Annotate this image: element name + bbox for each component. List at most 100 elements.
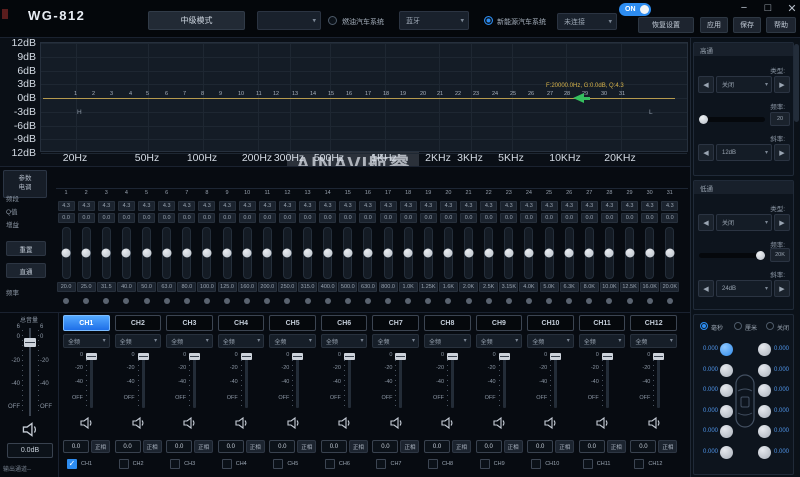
- channel-mode-select[interactable]: 全频▾: [476, 334, 523, 348]
- band-gain-value[interactable]: 0.0: [581, 213, 598, 223]
- band-gain-value[interactable]: 0.0: [500, 213, 517, 223]
- band-slider-handle[interactable]: [323, 249, 332, 258]
- band-slider-handle[interactable]: [182, 249, 191, 258]
- band-slider-handle[interactable]: [363, 249, 372, 258]
- channel-checkbox[interactable]: [583, 459, 593, 469]
- band-freq-value[interactable]: 400.0: [318, 282, 337, 292]
- band-gain-value[interactable]: 0.0: [561, 213, 578, 223]
- band-gain-value[interactable]: 0.0: [319, 213, 336, 223]
- band-q-value[interactable]: 4.3: [500, 201, 517, 211]
- band-gain-value[interactable]: 0.0: [299, 213, 316, 223]
- band-q-value[interactable]: 4.3: [299, 201, 316, 211]
- band-freq-value[interactable]: 16.0K: [640, 282, 659, 292]
- band-slider-handle[interactable]: [665, 249, 674, 258]
- lpf-freq-slider[interactable]: [699, 253, 765, 258]
- band-slider-handle[interactable]: [202, 249, 211, 258]
- channel-phase-button[interactable]: 正相: [400, 440, 419, 453]
- arrow-left-icon[interactable]: ◀: [698, 280, 714, 297]
- channel-speaker-icon[interactable]: [79, 416, 94, 435]
- curve-band-number[interactable]: 18: [383, 91, 389, 97]
- channel-gain-value[interactable]: 0.0: [321, 440, 347, 453]
- curve-band-number[interactable]: 3: [110, 91, 113, 97]
- band-freq-value[interactable]: 50.0: [137, 282, 156, 292]
- band-slider-handle[interactable]: [162, 249, 171, 258]
- channel-fader-handle[interactable]: [344, 353, 355, 360]
- band-gain-slider[interactable]: [384, 227, 393, 279]
- band-slider-handle[interactable]: [102, 249, 111, 258]
- band-slider-handle[interactable]: [565, 249, 574, 258]
- curve-band-number[interactable]: 26: [528, 91, 534, 97]
- band-gain-value[interactable]: 0.0: [460, 213, 477, 223]
- curve-band-number[interactable]: 25: [510, 91, 516, 97]
- channel-mode-select[interactable]: 全频▾: [115, 334, 162, 348]
- channel-phase-button[interactable]: 正相: [349, 440, 368, 453]
- band-gain-value[interactable]: 0.0: [78, 213, 95, 223]
- channel-checkbox[interactable]: [222, 459, 232, 469]
- channel-tab[interactable]: CH9: [476, 315, 523, 331]
- band-freq-value[interactable]: 1.6K: [439, 282, 458, 292]
- band-q-value[interactable]: 4.3: [98, 201, 115, 211]
- band-gain-slider[interactable]: [524, 227, 533, 279]
- channel-fader-handle[interactable]: [550, 353, 561, 360]
- channel-fader[interactable]: 0-20-40OFF: [422, 352, 473, 412]
- band-q-value[interactable]: 4.3: [219, 201, 236, 211]
- curve-band-number[interactable]: 20: [420, 91, 426, 97]
- channel-speaker-icon[interactable]: [234, 416, 249, 435]
- band-q-value[interactable]: 4.3: [158, 201, 175, 211]
- band-slider-handle[interactable]: [484, 249, 493, 258]
- arrow-right-icon[interactable]: ▶: [774, 144, 790, 161]
- channel-tab[interactable]: CH8: [424, 315, 471, 331]
- band-slider-handle[interactable]: [545, 249, 554, 258]
- arrow-right-icon[interactable]: ▶: [774, 280, 790, 297]
- channel-mode-select[interactable]: 全频▾: [424, 334, 471, 348]
- channel-fader-handle[interactable]: [499, 353, 510, 360]
- channel-tab[interactable]: CH12: [630, 315, 677, 331]
- channel-tab[interactable]: CH1: [63, 315, 110, 331]
- band-freq-value[interactable]: 20.0K: [660, 282, 679, 292]
- channel-mode-select[interactable]: 全频▾: [630, 334, 677, 348]
- curve-band-number[interactable]: 27: [547, 91, 553, 97]
- band-gain-slider[interactable]: [162, 227, 171, 279]
- band-slider-handle[interactable]: [404, 249, 413, 258]
- band-gain-slider[interactable]: [102, 227, 111, 279]
- band-freq-value[interactable]: 250.0: [278, 282, 297, 292]
- band-slider-handle[interactable]: [142, 249, 151, 258]
- arrow-left-icon[interactable]: ◀: [698, 144, 714, 161]
- band-freq-value[interactable]: 6.3K: [560, 282, 579, 292]
- band-freq-value[interactable]: 31.5: [97, 282, 116, 292]
- band-freq-value[interactable]: 800.0: [379, 282, 398, 292]
- channel-fader[interactable]: 0-20-40OFF: [474, 352, 525, 412]
- band-gain-slider[interactable]: [565, 227, 574, 279]
- channel-fader[interactable]: 0-20-40OFF: [319, 352, 370, 412]
- band-gain-value[interactable]: 0.0: [621, 213, 638, 223]
- band-q-value[interactable]: 4.3: [460, 201, 477, 211]
- band-freq-value[interactable]: 10.0K: [600, 282, 619, 292]
- band-freq-value[interactable]: 80.0: [177, 282, 196, 292]
- channel-gain-value[interactable]: 0.0: [424, 440, 450, 453]
- delay-knob[interactable]: [758, 405, 771, 418]
- band-slider-handle[interactable]: [625, 249, 634, 258]
- band-gain-slider[interactable]: [545, 227, 554, 279]
- band-freq-value[interactable]: 1.0K: [399, 282, 418, 292]
- channel-phase-button[interactable]: 正相: [452, 440, 471, 453]
- band-q-value[interactable]: 4.3: [561, 201, 578, 211]
- band-q-value[interactable]: 4.3: [380, 201, 397, 211]
- delay-knob[interactable]: [758, 446, 771, 459]
- band-gain-value[interactable]: 0.0: [661, 213, 678, 223]
- band-freq-value[interactable]: 20.0: [57, 282, 76, 292]
- delay-knob[interactable]: [720, 405, 733, 418]
- band-gain-slider[interactable]: [605, 227, 614, 279]
- channel-phase-button[interactable]: 正相: [555, 440, 574, 453]
- channel-fader-handle[interactable]: [447, 353, 458, 360]
- channel-checkbox[interactable]: [634, 459, 644, 469]
- channel-fader[interactable]: 0-20-40OFF: [628, 352, 679, 412]
- channel-phase-button[interactable]: 正相: [246, 440, 265, 453]
- channel-fader-handle[interactable]: [138, 353, 149, 360]
- channel-fader-handle[interactable]: [395, 353, 406, 360]
- channel-fader-handle[interactable]: [653, 353, 664, 360]
- band-gain-slider[interactable]: [303, 227, 312, 279]
- band-freq-value[interactable]: 4.0K: [519, 282, 538, 292]
- band-q-value[interactable]: 4.3: [541, 201, 558, 211]
- delay-knob[interactable]: [758, 364, 771, 377]
- band-freq-value[interactable]: 125.0: [218, 282, 237, 292]
